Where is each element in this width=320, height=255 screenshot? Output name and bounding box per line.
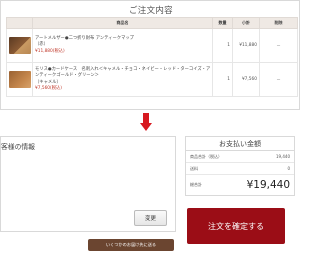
product-name-link[interactable]: モリス●カードケース 名刺入れ＜キャメル・チョコ・ネイビー・レッド・ターコイズ・… — [35, 67, 212, 80]
confirm-order-button[interactable]: 注文を確定する — [187, 208, 285, 244]
arrow-down-icon — [140, 113, 152, 133]
order-table: 商品名 数量 小計 削除 アートメルザー●二つ折り財布 アンティークマップ （赤… — [6, 17, 298, 97]
payment-row-goods: 商品合計（税込） 19,440 — [186, 151, 294, 163]
card-case-icon[interactable] — [8, 71, 31, 88]
customer-info-title: 客様の情報 — [1, 143, 35, 151]
product-price: ¥11,880(税込) — [35, 48, 65, 54]
subtotal-cell: ¥11,880 — [232, 28, 260, 63]
goods-total-label: 商品合計（税込） — [190, 153, 222, 159]
payment-row-shipping: 送料 0 — [186, 163, 294, 175]
header-subtotal: 小計 — [232, 17, 260, 29]
product-cell: モリス●カードケース 名刺入れ＜キャメル・チョコ・ネイビー・レッド・ターコイズ・… — [32, 62, 213, 97]
product-price: ¥7,560(税込) — [35, 86, 62, 91]
payment-title: お支払い金額 — [185, 136, 295, 150]
change-button[interactable]: 変更 — [134, 210, 167, 226]
table-row: モリス●カードケース 名刺入れ＜キャメル・チョコ・ネイビー・レッド・ターコイズ・… — [6, 62, 298, 97]
payment-table: 商品合計（税込） 19,440 送料 0 総合計 ¥19,440 — [185, 150, 295, 196]
header-delete: 削除 — [259, 17, 298, 29]
header-qty: 数量 — [212, 17, 233, 29]
qty-cell: 1 — [212, 28, 233, 63]
header-product: 商品名 — [32, 17, 213, 29]
subtotal-cell: ¥7,560 — [232, 62, 260, 97]
multiple-destinations-button[interactable]: いくつかのお届け先に送る — [88, 239, 174, 251]
header-image — [6, 17, 33, 29]
delete-cell: － — [259, 62, 298, 97]
delete-cell: － — [259, 28, 298, 63]
order-section: ご注文内容 商品名 数量 小計 削除 アートメルザー●二つ折り財布 アンティーク… — [0, 0, 300, 110]
grand-total-value: ¥19,440 — [246, 179, 290, 191]
shipping-label: 送料 — [190, 165, 198, 171]
goods-total-value: 19,440 — [276, 154, 290, 159]
customer-info-section: 客様の情報 変更 — [0, 136, 176, 232]
table-header-row: 商品名 数量 小計 削除 — [6, 17, 298, 29]
table-row: アートメルザー●二つ折り財布 アンティークマップ （赤） ¥11,880(税込)… — [6, 28, 298, 63]
grand-total-label: 総合計 — [190, 182, 202, 187]
order-title: ご注文内容 — [128, 6, 173, 16]
qty-cell: 1 — [212, 62, 233, 97]
product-cell: アートメルザー●二つ折り財布 アンティークマップ （赤） ¥11,880(税込) — [32, 28, 213, 63]
payment-row-total: 総合計 ¥19,440 — [186, 175, 294, 195]
shipping-value: 0 — [287, 166, 290, 171]
wallet-icon[interactable] — [8, 37, 31, 54]
